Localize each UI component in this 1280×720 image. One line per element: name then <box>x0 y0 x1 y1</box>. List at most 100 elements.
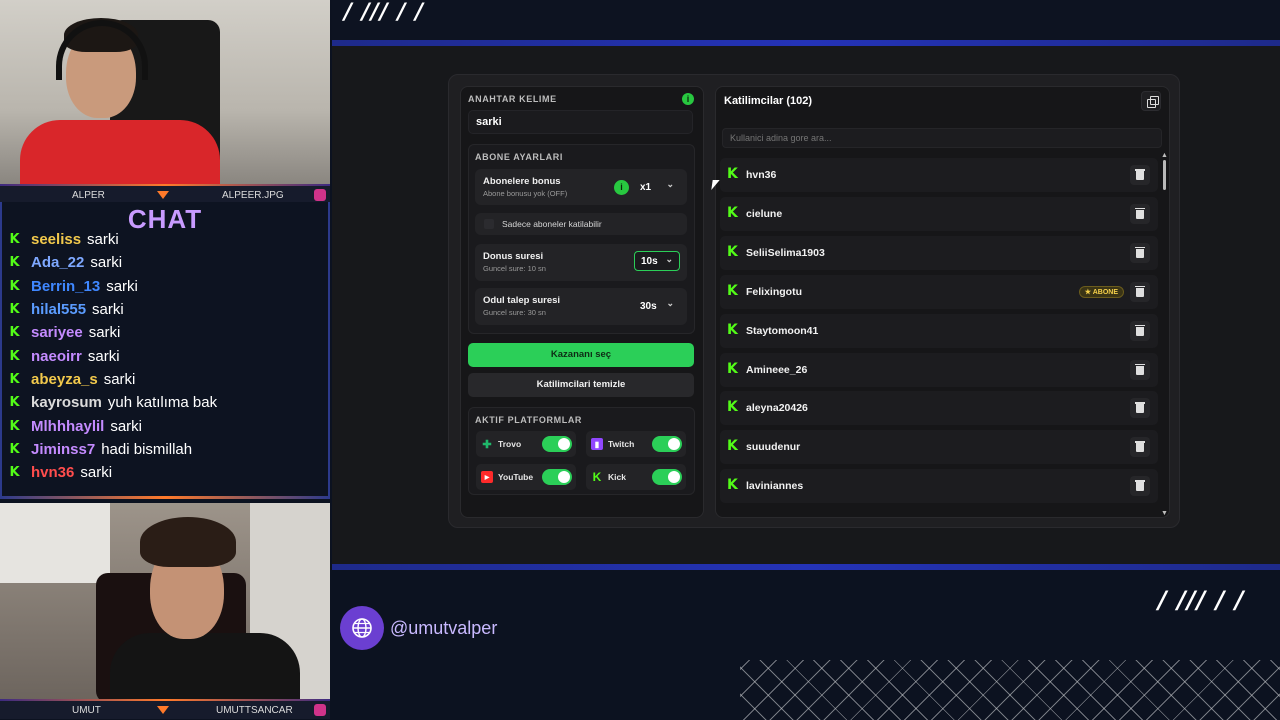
kick-icon: K <box>9 348 20 364</box>
chat-username: kayrosum <box>31 394 102 412</box>
clear-participants-button[interactable]: Katilimcilari temizle <box>468 373 694 397</box>
claim-duration-select[interactable]: 30s ⌄ <box>634 296 680 316</box>
participant-row[interactable]: Ksuuudenur <box>720 430 1158 465</box>
chat-text: sarki <box>92 301 124 319</box>
participant-row[interactable]: Kcielune <box>720 196 1158 231</box>
person-hair <box>140 517 236 567</box>
kick-icon: K <box>9 232 20 248</box>
trash-icon[interactable] <box>1130 476 1150 497</box>
twitch-icon: ▮ <box>591 438 603 450</box>
only-subscribers-checkbox[interactable] <box>484 219 494 229</box>
bonus-multiplier-select[interactable]: x1 ⌄ <box>634 177 680 197</box>
participant-name: cielune <box>746 207 783 220</box>
kick-icon: K <box>9 371 20 387</box>
platform-youtube: ▶ YouTube <box>476 464 576 490</box>
chat-message: Khilal555 sarki <box>8 298 326 321</box>
only-subscribers-label: Sadece aboneler katilabilir <box>502 219 602 229</box>
trash-icon[interactable] <box>1130 242 1150 263</box>
trash-icon[interactable] <box>1130 398 1150 419</box>
participant-row[interactable]: K SeliiSelima1903 <box>720 235 1158 270</box>
namebar-bottom: UMUT UMUTTSANCAR <box>0 701 330 719</box>
participant-search-input[interactable] <box>722 128 1162 148</box>
kick-icon: K <box>9 395 20 411</box>
spin-duration-select[interactable]: 10s ⌄ <box>634 251 680 271</box>
participant-row[interactable]: K Amineee_26 <box>720 352 1158 387</box>
chat-message: Kseeliss sarki <box>8 228 326 251</box>
kick-icon: K <box>727 438 738 455</box>
participant-row[interactable]: Klaviniannes <box>720 469 1158 504</box>
kick-icon: K <box>727 282 738 299</box>
chat-message: Knaeoirr sarki <box>8 344 326 367</box>
globe-icon <box>340 606 384 650</box>
chat-username: Berrin_13 <box>31 277 101 295</box>
chat-username: sariyee <box>31 324 83 342</box>
trash-icon[interactable] <box>1130 359 1150 380</box>
overlay-slashes-bottom: / /// / / <box>1158 586 1245 614</box>
overlay-pattern <box>740 660 1280 720</box>
participant-scrollbar[interactable] <box>1163 155 1167 513</box>
participant-row[interactable]: Kaleyna20426 <box>720 391 1158 426</box>
trovo-icon: ✚ <box>482 438 492 451</box>
pick-winner-button[interactable]: Kazananı seç <box>468 343 694 367</box>
bonus-title: Abonelere bonus <box>483 176 561 187</box>
chat-username: seeliss <box>31 231 82 249</box>
chat-text: sarki <box>110 417 143 435</box>
overlay-slashes-top: / /// / / <box>344 0 425 25</box>
triangle-icon <box>157 706 169 714</box>
kick-icon: K <box>9 278 20 294</box>
chat-username: Ada_22 <box>31 254 85 272</box>
keyword-label: ANAHTAR KELIME <box>468 94 557 104</box>
trash-icon[interactable] <box>1130 203 1150 224</box>
spin-duration-title: Donus suresi <box>483 251 544 262</box>
platform-name: Trovo <box>498 439 522 449</box>
overlay-top-strip <box>332 0 1280 40</box>
shelf <box>0 503 110 583</box>
subscriber-settings-label: ABONE AYARLARI <box>475 152 563 162</box>
person-shirt <box>20 120 220 184</box>
twitch-toggle[interactable] <box>652 436 682 452</box>
social-handle: @umutvalper <box>340 606 497 650</box>
chat-message: Ksariyee sarki <box>8 321 326 344</box>
youtube-toggle[interactable] <box>542 469 572 485</box>
participant-name: Amineee_26 <box>746 363 808 376</box>
chat-message: K Berrin_13 sarki <box>8 275 326 298</box>
trash-icon[interactable] <box>1130 165 1150 185</box>
trash-icon[interactable] <box>1130 437 1150 458</box>
subscriber-badge: ★ ABONE <box>1078 285 1124 298</box>
participant-name: laviniannes <box>746 480 804 493</box>
chevron-down-icon: ⌄ <box>666 179 674 189</box>
chat-message: Kabeyza_s sarki <box>8 368 326 391</box>
streamer-name-right: ALPEER.JPG <box>222 189 284 201</box>
copy-icon[interactable] <box>1141 91 1161 111</box>
kick-icon: K <box>727 204 738 221</box>
info-icon[interactable]: i <box>682 93 694 105</box>
scroll-down-icon[interactable]: ▼ <box>1161 510 1168 517</box>
kick-icon: K <box>9 255 20 271</box>
participant-row[interactable]: K Staytomoon41 <box>720 313 1158 348</box>
instagram-icon <box>314 704 326 716</box>
scroll-thumb[interactable] <box>1163 160 1166 190</box>
platform-name: Twitch <box>608 439 635 449</box>
trash-icon[interactable] <box>1130 320 1150 341</box>
kick-icon: K <box>727 321 738 338</box>
participant-row[interactable]: K Felixingotu ★ ABONE <box>720 274 1158 309</box>
scroll-up-icon[interactable]: ▲ <box>1161 152 1168 159</box>
chat-text: sarki <box>103 370 136 388</box>
chevron-down-icon: ⌄ <box>666 298 674 308</box>
person-shirt <box>110 633 300 699</box>
participant-row[interactable]: Khvn36 <box>720 158 1158 192</box>
kick-icon: K <box>727 360 738 377</box>
keyword-input[interactable]: sarki <box>468 110 693 134</box>
trash-icon[interactable] <box>1130 281 1150 302</box>
instagram-icon <box>314 189 326 201</box>
kick-toggle[interactable] <box>652 469 682 485</box>
chat-message: Khvn36 sarki <box>8 461 326 484</box>
chat-message: Kkayrosum yuh katılıma bak <box>8 391 326 414</box>
trovo-toggle[interactable] <box>542 436 572 452</box>
kick-icon: K <box>727 399 738 416</box>
kick-icon: K <box>727 477 738 494</box>
chat-username: hvn36 <box>31 464 75 482</box>
platform-twitch: ▮ Twitch <box>586 431 686 457</box>
streamer-name-left: ALPER <box>72 189 105 201</box>
info-icon[interactable]: i <box>614 180 629 195</box>
